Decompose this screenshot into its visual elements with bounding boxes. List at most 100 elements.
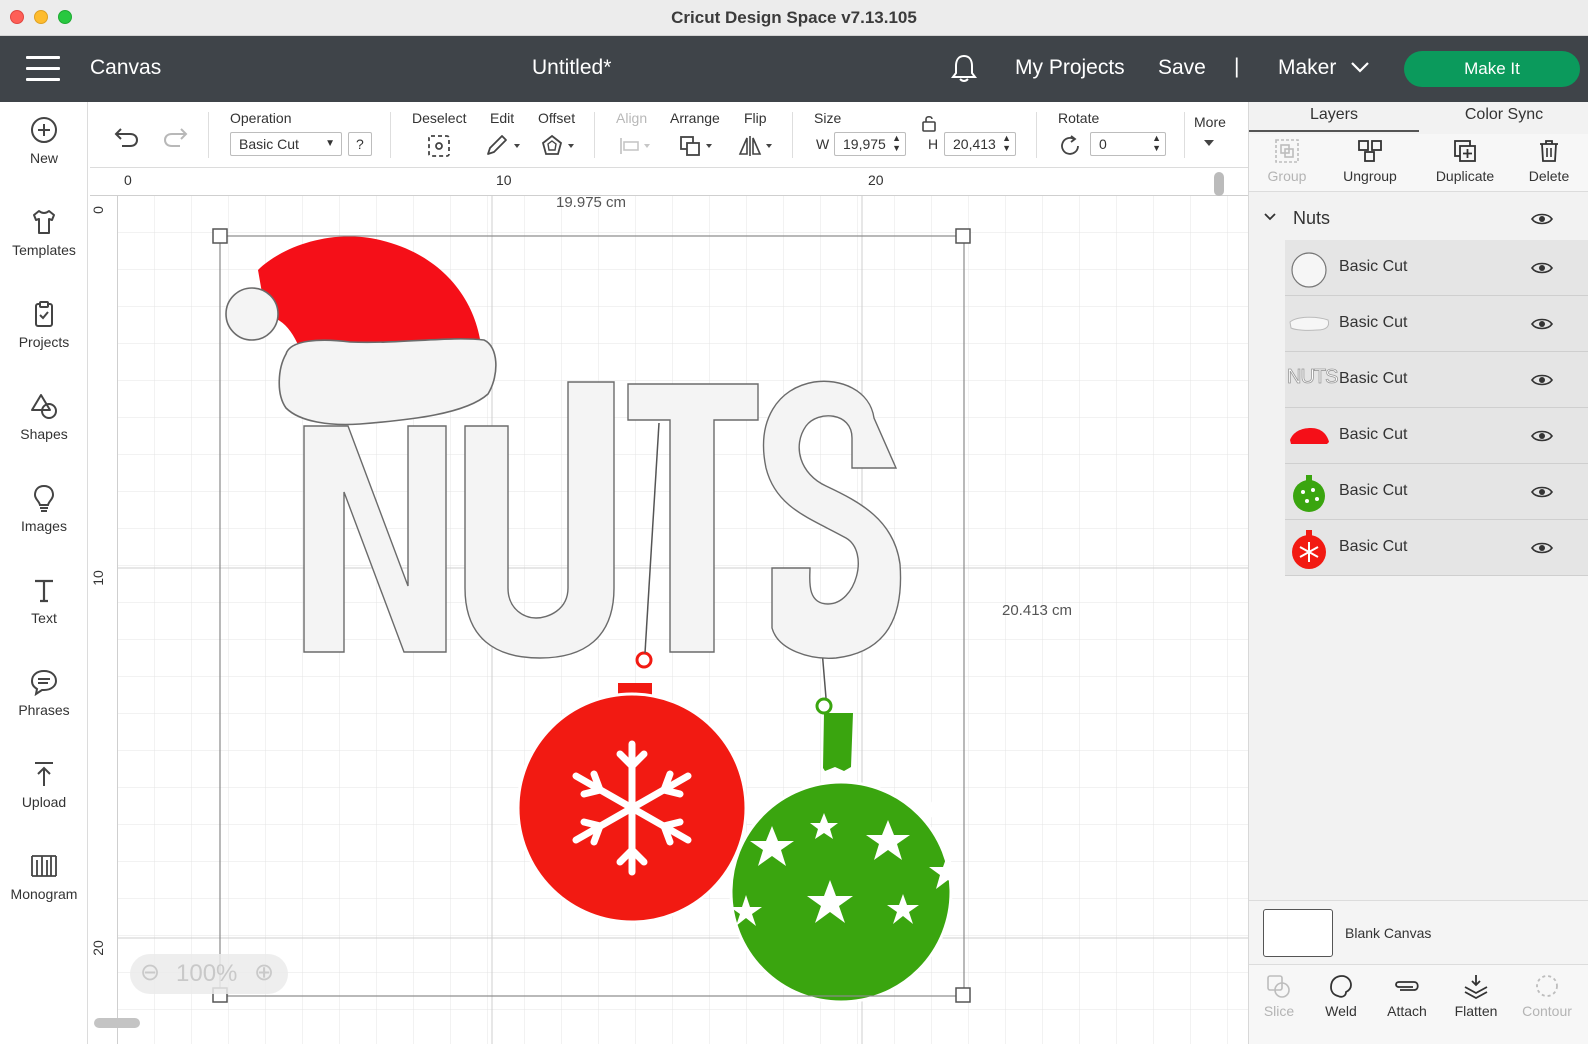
contour-button[interactable]: Contour	[1515, 973, 1579, 1019]
eye-icon[interactable]	[1531, 429, 1553, 443]
flatten-button[interactable]: Flatten	[1447, 973, 1505, 1019]
arrange-icon[interactable]	[678, 134, 718, 158]
group-button[interactable]: Group	[1259, 138, 1315, 184]
eye-icon[interactable]	[1531, 541, 1553, 555]
tab-layers[interactable]: Layers	[1249, 102, 1419, 132]
redo-icon[interactable]	[162, 126, 190, 148]
operation-help-button[interactable]: ?	[348, 132, 372, 156]
more-arrow-icon[interactable]	[1202, 138, 1216, 148]
pencil-icon[interactable]	[484, 134, 524, 158]
nav-images[interactable]: Images	[0, 470, 88, 550]
width-input[interactable]: 19,975 ▲ ▼	[834, 132, 906, 156]
zoom-in-button[interactable]: ⊕	[254, 958, 274, 987]
eye-icon[interactable]	[1531, 485, 1553, 499]
nav-projects[interactable]: Projects	[0, 286, 88, 366]
height-input[interactable]: 20,413 ▲ ▼	[944, 132, 1016, 156]
layer-row[interactable]: Basic Cut	[1285, 520, 1588, 576]
align-label: Align	[616, 110, 648, 126]
deselect-icon[interactable]	[426, 134, 452, 158]
nav-new[interactable]: New	[0, 102, 88, 182]
nav-phrases[interactable]: Phrases	[0, 654, 88, 734]
layer-group-nuts[interactable]: Nuts	[1249, 198, 1588, 238]
weld-button[interactable]: Weld	[1315, 973, 1367, 1019]
nav-monogram[interactable]: Monogram	[0, 838, 88, 918]
my-projects-button[interactable]: My Projects	[1015, 56, 1125, 80]
stepper-icon[interactable]: ▲ ▼	[1002, 133, 1011, 153]
red-ornament[interactable]	[516, 651, 748, 924]
stepper-icon[interactable]: ▲ ▼	[1152, 133, 1161, 153]
align-icon[interactable]	[618, 136, 656, 156]
nav-label: Templates	[12, 242, 76, 258]
shirt-icon	[33, 210, 55, 234]
rotate-input[interactable]: 0 ▲ ▼	[1090, 132, 1166, 156]
blank-canvas-row[interactable]: Blank Canvas	[1249, 900, 1588, 964]
nav-label: Monogram	[10, 886, 78, 902]
lock-icon[interactable]	[920, 114, 938, 132]
flatten-icon	[1464, 975, 1488, 999]
operation-select[interactable]: Basic Cut ▼	[230, 132, 342, 156]
undo-icon[interactable]	[112, 126, 140, 148]
zoom-out-button[interactable]: ⊖	[140, 958, 160, 987]
menu-button[interactable]	[26, 56, 60, 82]
flip-icon[interactable]	[738, 134, 778, 158]
resize-handle[interactable]	[955, 228, 971, 244]
monogram-icon	[31, 855, 57, 877]
window-title: Cricut Design Space v7.13.105	[671, 8, 917, 27]
speech-bubble-icon	[30, 669, 58, 696]
resize-handle[interactable]	[212, 228, 228, 244]
nav-label: New	[29, 150, 58, 166]
slice-button[interactable]: Slice	[1253, 973, 1305, 1019]
upload-icon	[35, 762, 53, 786]
header-separator: |	[1234, 55, 1240, 78]
machine-select[interactable]: Maker	[1278, 56, 1336, 80]
document-title[interactable]: Untitled*	[532, 56, 611, 80]
chevron-down-icon[interactable]	[1263, 212, 1277, 222]
eye-icon[interactable]	[1531, 373, 1553, 387]
eye-icon[interactable]	[1531, 261, 1553, 275]
offset-icon[interactable]	[540, 134, 580, 158]
menu-icon-line	[26, 78, 60, 81]
nav-shapes[interactable]: Shapes	[0, 378, 88, 458]
save-button[interactable]: Save	[1158, 56, 1206, 80]
layer-row[interactable]: Basic Cut	[1285, 464, 1588, 520]
bell-icon[interactable]	[950, 53, 978, 83]
layer-row[interactable]: NUTS Basic Cut	[1285, 352, 1588, 408]
layer-row[interactable]: Basic Cut	[1285, 296, 1588, 352]
chevron-down-icon[interactable]	[1350, 60, 1370, 74]
stepper-icon[interactable]: ▲ ▼	[892, 133, 901, 153]
app-header: Canvas Untitled* My Projects Save | Make…	[0, 36, 1588, 102]
horizontal-scrollbar[interactable]	[94, 1018, 140, 1028]
rotate-icon[interactable]	[1058, 134, 1082, 158]
paperclip-icon	[1395, 981, 1419, 991]
nav-text[interactable]: Text	[0, 562, 88, 642]
santa-hat[interactable]	[225, 236, 497, 426]
deselect-label: Deselect	[412, 110, 467, 126]
ungroup-button[interactable]: Ungroup	[1335, 138, 1405, 184]
nuts-text[interactable]	[303, 380, 902, 659]
blank-canvas-swatch[interactable]	[1263, 909, 1333, 957]
duplicate-icon	[1454, 140, 1476, 162]
nav-label: Upload	[21, 794, 67, 810]
vertical-scrollbar[interactable]	[1214, 172, 1224, 196]
toolbar-divider	[1184, 112, 1185, 158]
layer-row[interactable]: Basic Cut	[1285, 240, 1588, 296]
make-it-button[interactable]: Make It	[1404, 51, 1580, 87]
eye-icon[interactable]	[1531, 317, 1553, 331]
design-artwork[interactable]	[90, 168, 1248, 1044]
arrange-label: Arrange	[670, 110, 720, 126]
eye-icon[interactable]	[1531, 212, 1553, 226]
attach-button[interactable]: Attach	[1379, 973, 1435, 1019]
layer-row[interactable]: Basic Cut	[1285, 408, 1588, 464]
duplicate-button[interactable]: Duplicate	[1427, 138, 1503, 184]
resize-handle[interactable]	[955, 987, 971, 1003]
green-ornament[interactable]	[729, 697, 967, 1004]
nav-label: Shapes	[20, 426, 68, 442]
tab-color-sync[interactable]: Color Sync	[1419, 102, 1588, 132]
offset-label: Offset	[538, 110, 576, 126]
layer-name: Basic Cut	[1339, 370, 1408, 387]
nav-templates[interactable]: Templates	[0, 194, 88, 274]
design-canvas[interactable]: 0 10 20 0 10 20 19.975 cm 20.413 cm ⊖ 10…	[90, 168, 1248, 1044]
group-label: Group	[1267, 168, 1307, 184]
nav-upload[interactable]: Upload	[0, 746, 88, 826]
delete-button[interactable]: Delete	[1519, 138, 1579, 184]
